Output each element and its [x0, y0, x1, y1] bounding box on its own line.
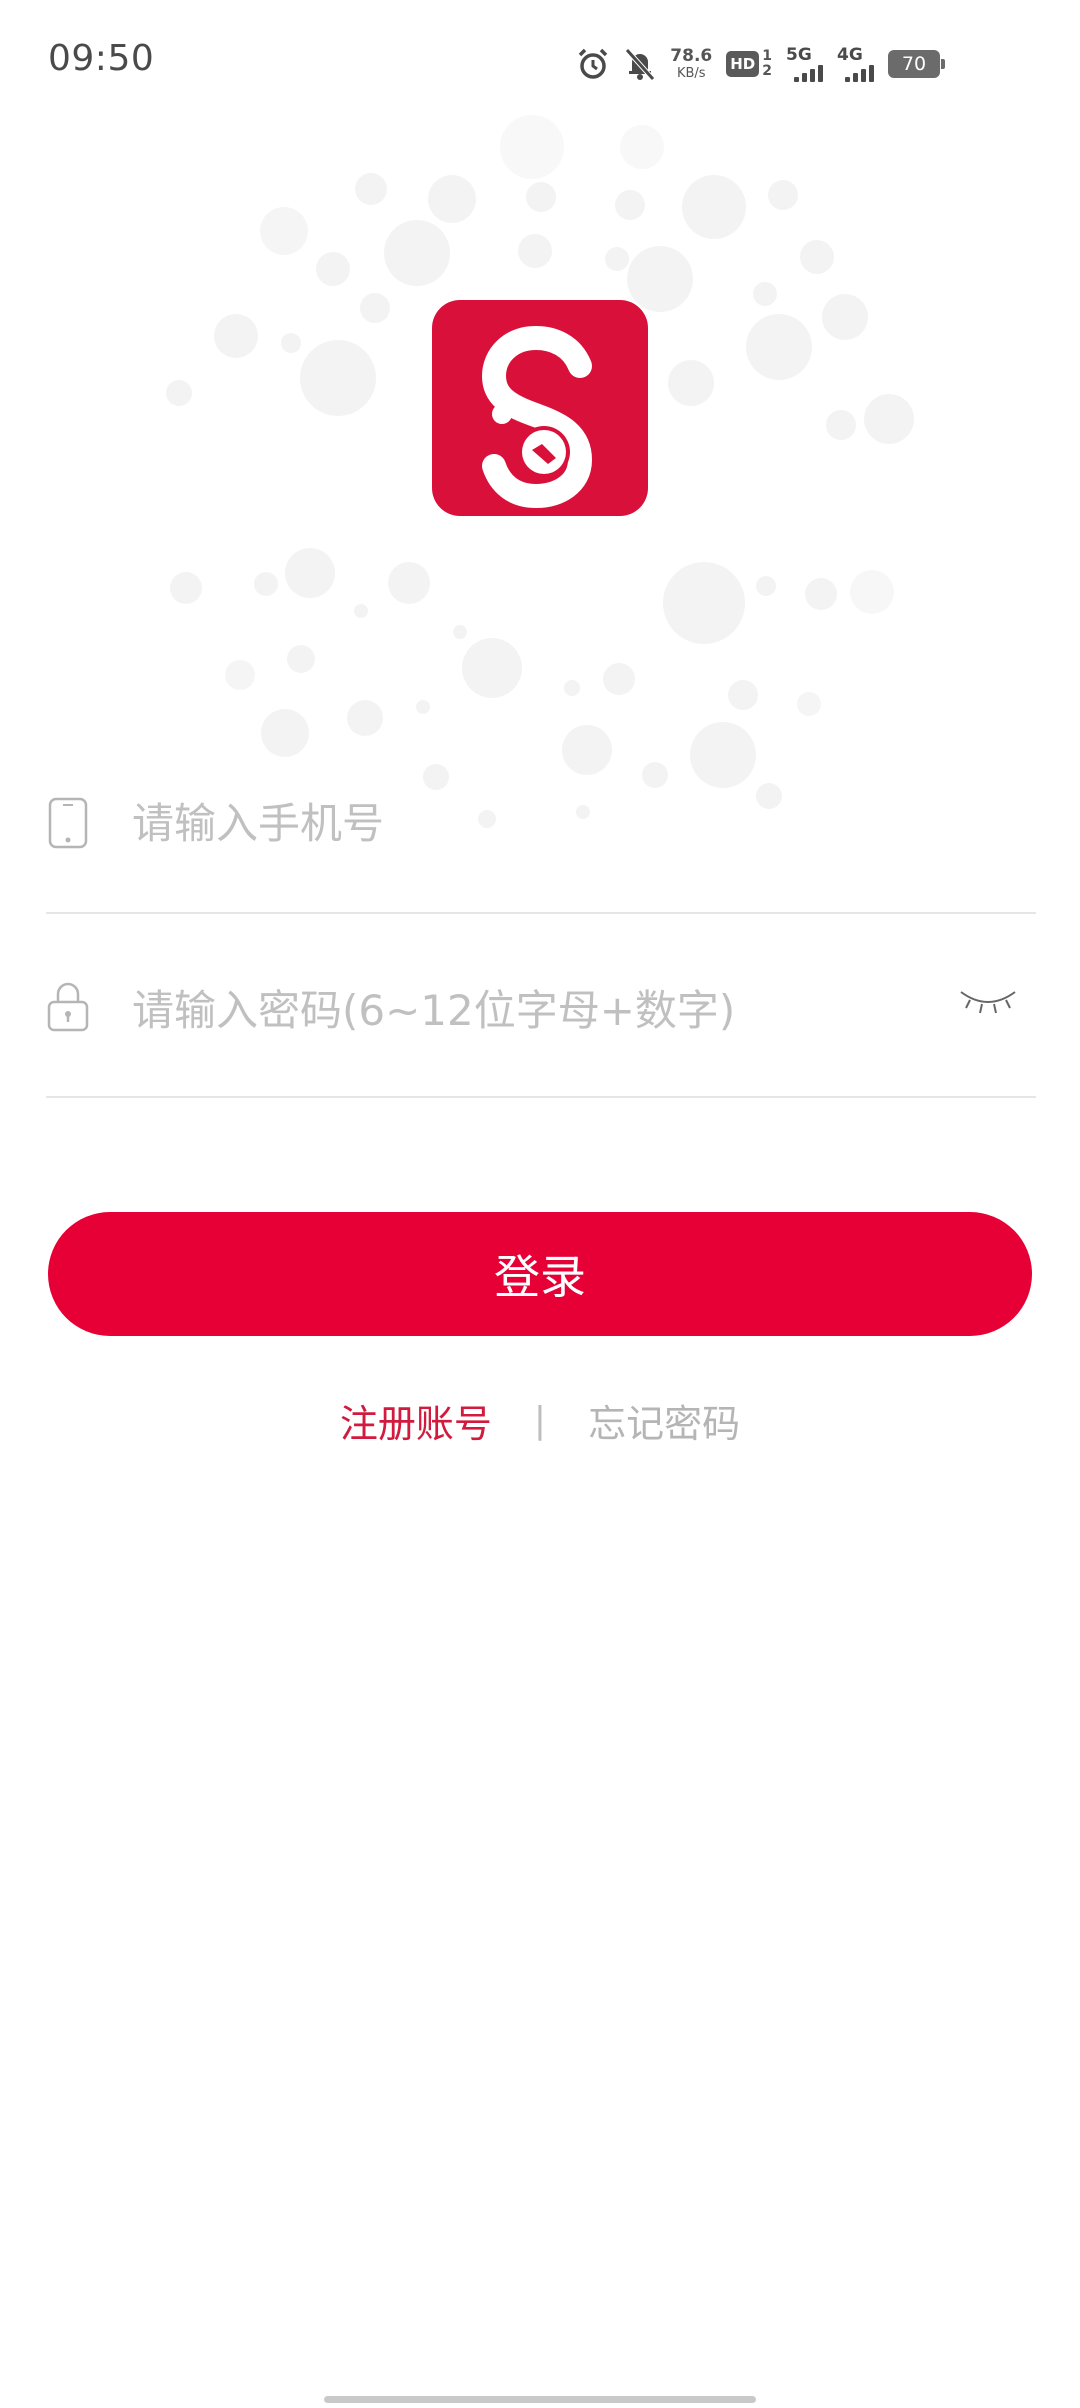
- thumbs-up-bubble-icon: [462, 638, 522, 698]
- alarm-icon: [576, 47, 610, 81]
- auth-links: 注册账号 | 忘记密码: [0, 1390, 1080, 1450]
- phone-icon: [48, 797, 88, 849]
- net-speed-value: 78.6: [670, 46, 713, 66]
- signal-4g-label: 4G: [837, 44, 863, 65]
- hd-sub-bottom: 2: [762, 63, 772, 79]
- star-bubble-icon: [300, 340, 376, 416]
- home-indicator[interactable]: [324, 2396, 756, 2403]
- heart-bubble-icon: [285, 548, 335, 598]
- app-logo: [432, 300, 648, 516]
- forgot-password-link[interactable]: 忘记密码: [588, 1393, 740, 1448]
- heart-bubble-icon: [518, 234, 552, 268]
- link-separator: |: [533, 1399, 547, 1441]
- eye-closed-icon[interactable]: [958, 980, 1018, 1020]
- app-logo-mark-icon: [481, 325, 593, 509]
- gift-bubble-icon: [746, 314, 812, 380]
- signal-4g: 4G: [837, 44, 874, 82]
- heart-bubble-icon: [663, 562, 745, 644]
- battery-icon: 70: [888, 50, 945, 78]
- hd-voice-indicator: HD 12: [726, 47, 772, 80]
- status-time: 09:50: [48, 38, 155, 79]
- signal-5g-label: 5G: [786, 44, 812, 65]
- signal-bars-icon: [794, 64, 823, 82]
- mute-bell-icon: [624, 47, 656, 81]
- hd-label: HD: [726, 51, 760, 77]
- thumbs-up-bubble-icon: [768, 180, 798, 210]
- signal-5g: 5G: [786, 44, 823, 82]
- card-bubble-icon: [384, 220, 450, 286]
- password-field: [46, 950, 1036, 1098]
- net-speed: 78.6 KB/s: [670, 46, 713, 81]
- net-speed-unit: KB/s: [676, 66, 706, 81]
- heart-bubble-icon: [668, 360, 714, 406]
- status-icons: 78.6 KB/s HD 12 5G 4G 70: [576, 40, 945, 88]
- heart-bubble-icon: [388, 562, 430, 604]
- battery-level: 70: [901, 53, 927, 75]
- password-input[interactable]: [132, 980, 952, 1040]
- phone-input[interactable]: [132, 793, 952, 853]
- register-link[interactable]: 注册账号: [340, 1393, 492, 1448]
- login-button[interactable]: 登录: [48, 1212, 1032, 1336]
- signal-bars-icon: [845, 64, 874, 82]
- phone-field: [46, 765, 1036, 914]
- thumbs-up-bubble-icon: [428, 175, 476, 223]
- hd-sub-top: 1: [762, 47, 772, 64]
- lock-icon: [47, 982, 89, 1032]
